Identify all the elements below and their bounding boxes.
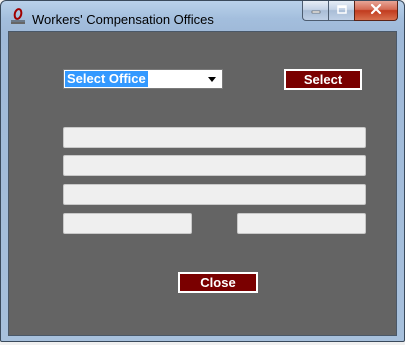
select-button[interactable]: Select bbox=[284, 69, 362, 90]
office-info-field-2[interactable] bbox=[63, 155, 366, 176]
office-dropdown[interactable]: Select Office bbox=[63, 69, 223, 89]
office-info-field-3[interactable] bbox=[63, 184, 366, 205]
close-window-button[interactable] bbox=[354, 1, 398, 21]
maximize-icon bbox=[336, 2, 347, 20]
chevron-down-icon bbox=[208, 77, 216, 82]
close-icon bbox=[370, 2, 382, 20]
office-info-field-1[interactable] bbox=[63, 127, 366, 148]
form-area: Select Office Select Close bbox=[8, 31, 397, 336]
app-window: Workers' Compensation Offices Select Off… bbox=[0, 0, 405, 342]
office-info-field-5[interactable] bbox=[237, 213, 366, 234]
close-button[interactable]: Close bbox=[178, 272, 258, 293]
minimize-icon bbox=[311, 2, 321, 20]
app-logo-icon bbox=[9, 7, 27, 25]
office-dropdown-value: Select Office bbox=[65, 71, 148, 87]
window-controls bbox=[302, 1, 398, 21]
maximize-button[interactable] bbox=[328, 1, 354, 21]
title-bar[interactable]: Workers' Compensation Offices bbox=[1, 1, 404, 31]
window-title: Workers' Compensation Offices bbox=[32, 12, 214, 27]
office-info-field-4[interactable] bbox=[63, 213, 192, 234]
minimize-button[interactable] bbox=[302, 1, 328, 21]
